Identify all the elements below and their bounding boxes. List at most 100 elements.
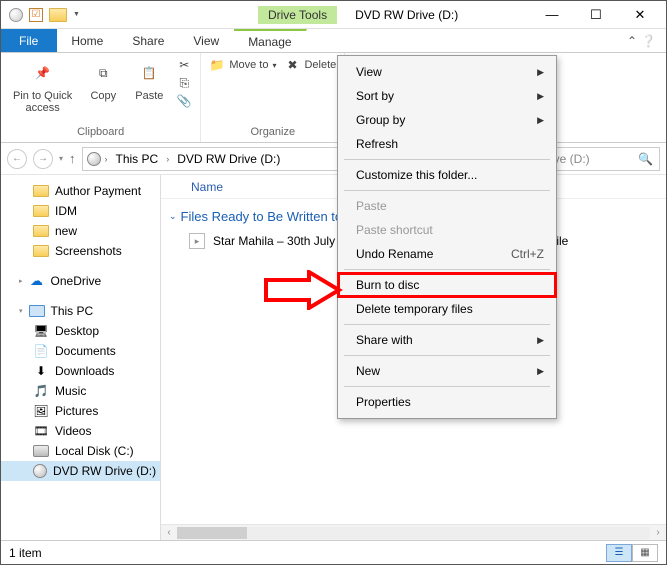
menu-properties[interactable]: Properties	[338, 390, 556, 414]
paste-shortcut-icon: 📎	[176, 93, 192, 109]
menu-delete-temporary-files[interactable]: Delete temporary files	[338, 297, 556, 321]
sidebar-item-music[interactable]: 🎵Music	[1, 381, 160, 401]
close-button[interactable]: ✕	[618, 1, 662, 29]
details-view-button[interactable]: ☰	[606, 544, 632, 562]
nav-history-dropdown[interactable]: ▾	[59, 154, 63, 163]
submenu-arrow-icon: ▶	[537, 91, 544, 102]
sidebar-item-documents[interactable]: 📄Documents	[1, 341, 160, 361]
tab-home[interactable]: Home	[57, 29, 118, 52]
sidebar-item-pictures[interactable]: 🖼Pictures	[1, 401, 160, 421]
chevron-right-icon[interactable]: ›	[103, 154, 110, 164]
nav-forward-button[interactable]: →	[33, 149, 53, 169]
quick-access-toolbar: ☑ ▼	[9, 8, 80, 22]
qat-dropdown-icon[interactable]: ▼	[73, 11, 80, 18]
menu-view[interactable]: View▶	[338, 60, 556, 84]
menu-new[interactable]: New▶	[338, 359, 556, 383]
menu-refresh[interactable]: Refresh	[338, 132, 556, 156]
folder-icon	[33, 185, 49, 197]
explorer-window: ☑ ▼ Drive Tools DVD RW Drive (D:) — ☐ ✕ …	[0, 0, 667, 565]
menu-separator	[344, 386, 550, 387]
nav-back-button[interactable]: ←	[7, 149, 27, 169]
minimize-button[interactable]: —	[530, 1, 574, 29]
drive-icon	[33, 445, 49, 457]
contextual-tab-label: Drive Tools	[258, 6, 337, 24]
properties-qat-icon[interactable]: ☑	[29, 8, 43, 22]
copy-button[interactable]: ⧉ Copy	[84, 57, 122, 116]
videos-icon: 🎞	[33, 424, 49, 438]
cut-button[interactable]: ✂	[176, 57, 192, 73]
context-menu: View▶ Sort by▶ Group by▶ Refresh Customi…	[337, 55, 557, 419]
breadcrumb-this-pc[interactable]: This PC	[112, 150, 163, 168]
pin-icon: 📌	[28, 59, 58, 87]
copy-path-icon: ⎘	[176, 75, 192, 91]
menu-separator	[344, 324, 550, 325]
titlebar: ☑ ▼ Drive Tools DVD RW Drive (D:) — ☐ ✕	[1, 1, 666, 29]
pin-to-quick-access-button[interactable]: 📌 Pin to Quick access	[9, 57, 76, 116]
chevron-right-icon[interactable]: ›	[164, 154, 171, 164]
menu-separator	[344, 355, 550, 356]
help-icon[interactable]: ❔	[641, 34, 656, 48]
group-label-clipboard: Clipboard	[9, 126, 192, 140]
sidebar-item-videos[interactable]: 🎞Videos	[1, 421, 160, 441]
status-item-count: 1 item	[9, 546, 42, 560]
paste-icon: 📋	[134, 59, 164, 87]
nav-up-button[interactable]: ↑	[69, 151, 76, 166]
sidebar-item-desktop[interactable]: 🖥Desktop	[1, 321, 160, 341]
sidebar-item-dvd-drive[interactable]: DVD RW Drive (D:)	[1, 461, 160, 481]
ribbon-collapse[interactable]: ⌃❔	[617, 29, 666, 52]
menu-paste: Paste	[338, 194, 556, 218]
submenu-arrow-icon: ▶	[537, 366, 544, 377]
delete-icon: ✖	[284, 57, 300, 73]
sidebar-item-downloads[interactable]: ⬇Downloads	[1, 361, 160, 381]
sidebar-item-local-disk[interactable]: Local Disk (C:)	[1, 441, 160, 461]
menu-burn-to-disc[interactable]: Burn to disc	[338, 273, 556, 297]
breadcrumb-dvd[interactable]: DVD RW Drive (D:)	[173, 150, 284, 168]
delete-button[interactable]: ✖Delete	[284, 57, 336, 73]
sidebar-item-screenshots[interactable]: Screenshots	[1, 241, 160, 261]
scrollbar-thumb[interactable]	[177, 527, 247, 539]
sidebar-item-new[interactable]: new	[1, 221, 160, 241]
navigation-pane[interactable]: Author Payment IDM new Screenshots ▸☁One…	[1, 175, 161, 540]
chevron-up-icon: ⌃	[627, 34, 637, 48]
status-bar: 1 item ☰ ▦	[1, 540, 666, 564]
folder-icon	[33, 225, 49, 237]
search-input[interactable]: rive (D:) 🔍	[540, 147, 660, 171]
submenu-arrow-icon: ▶	[537, 67, 544, 78]
scroll-right-icon[interactable]: ›	[650, 527, 666, 538]
folder-icon	[33, 245, 49, 257]
menu-customize-folder[interactable]: Customize this folder...	[338, 163, 556, 187]
tab-manage[interactable]: Manage	[234, 29, 306, 52]
ribbon: 📌 Pin to Quick access ⧉ Copy 📋 Paste ✂ ⎘…	[1, 53, 666, 143]
menu-group-by[interactable]: Group by▶	[338, 108, 556, 132]
pictures-icon: 🖼	[33, 404, 49, 418]
sidebar-item-onedrive[interactable]: ▸☁OneDrive	[1, 271, 160, 291]
sidebar-item-idm[interactable]: IDM	[1, 201, 160, 221]
shortcut-label: Ctrl+Z	[511, 247, 544, 261]
menu-undo-rename[interactable]: Undo RenameCtrl+Z	[338, 242, 556, 266]
menu-share-with[interactable]: Share with▶	[338, 328, 556, 352]
menu-separator	[344, 190, 550, 191]
search-icon: 🔍	[638, 152, 653, 166]
ribbon-tabs: File Home Share View Manage ⌃❔	[1, 29, 666, 53]
menu-separator	[344, 159, 550, 160]
tab-view[interactable]: View	[179, 29, 234, 52]
copy-path-button[interactable]: ⎘	[176, 75, 192, 91]
large-icons-view-button[interactable]: ▦	[632, 544, 658, 562]
move-to-button[interactable]: 📁Move to▾	[209, 57, 276, 73]
menu-sort-by[interactable]: Sort by▶	[338, 84, 556, 108]
paste-shortcut-button[interactable]: 📎	[176, 93, 192, 109]
scroll-left-icon[interactable]: ‹	[161, 527, 177, 538]
music-icon: 🎵	[33, 384, 49, 398]
window-controls: — ☐ ✕	[530, 1, 662, 29]
tab-file[interactable]: File	[1, 29, 57, 52]
sidebar-item-this-pc[interactable]: ▾This PC	[1, 301, 160, 321]
paste-button[interactable]: 📋 Paste	[130, 57, 168, 116]
new-folder-qat-icon[interactable]	[49, 8, 67, 22]
downloads-icon: ⬇	[33, 364, 49, 378]
tab-share[interactable]: Share	[118, 29, 179, 52]
horizontal-scrollbar[interactable]: ‹ ›	[161, 524, 666, 540]
chevron-down-icon: ⌄	[169, 211, 177, 222]
maximize-button[interactable]: ☐	[574, 1, 618, 29]
sidebar-item-author-payment[interactable]: Author Payment	[1, 181, 160, 201]
cut-icon: ✂	[176, 57, 192, 73]
